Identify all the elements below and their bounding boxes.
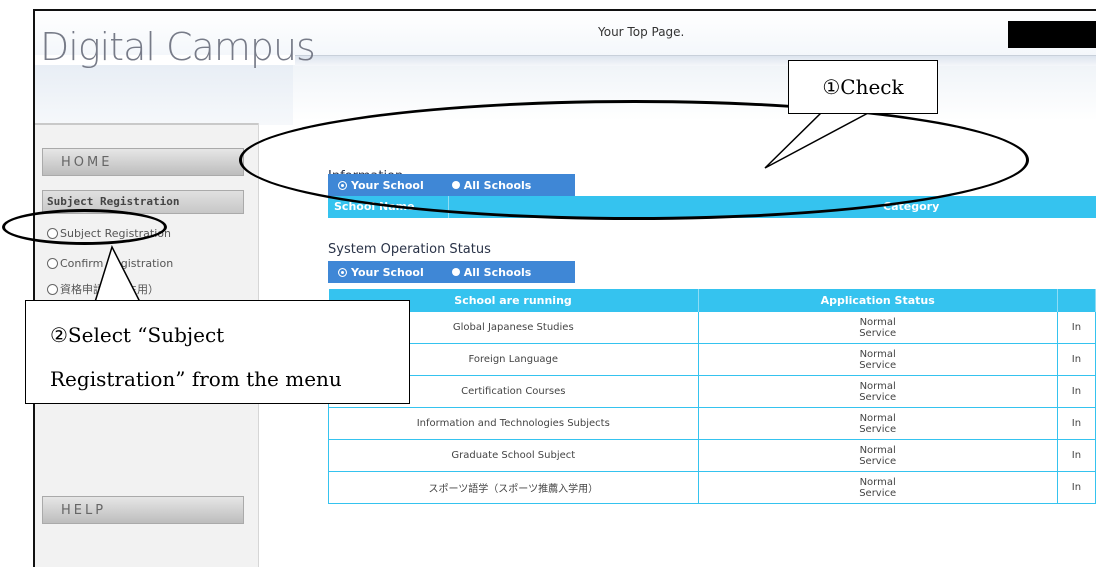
radio-icon: [47, 283, 58, 295]
extra-cell: In: [1056, 471, 1096, 504]
status-filter-bar: Your School All Schools: [328, 261, 575, 283]
filter-your-school[interactable]: Your School: [338, 266, 424, 279]
filter-label: All Schools: [463, 265, 532, 279]
extra-cell: In: [1056, 439, 1096, 472]
status-cell: Normal Service: [697, 471, 1058, 504]
filter-label: Your School: [351, 265, 424, 279]
sidebar-item-qualification[interactable]: 資格申請（学生用）: [47, 281, 159, 297]
table-row: スポーツ語学（スポーツ推薦入学用） Normal Service In: [328, 471, 1096, 504]
subject-registration-highlight-ellipse: [2, 209, 167, 245]
radio-icon: [451, 268, 460, 276]
top-page-label: Your Top Page.: [598, 25, 685, 39]
table-row: Graduate School Subject Normal Service In: [328, 439, 1096, 472]
extra-cell: In: [1056, 311, 1096, 344]
radio-selected-icon: [338, 267, 347, 277]
school-cell: Graduate School Subject: [328, 439, 699, 472]
extra-cell: In: [1056, 343, 1096, 376]
sidebar-divider: [35, 123, 258, 125]
column-header-extra: [1057, 289, 1096, 312]
school-cell: スポーツ語学（スポーツ推薦入学用）: [328, 471, 699, 504]
radio-icon: [47, 258, 58, 269]
check-callout: ①Check: [788, 60, 938, 114]
extra-cell: In: [1056, 407, 1096, 440]
status-table: School are running Application Status Gl…: [328, 289, 1096, 504]
sidebar-item-confirm-registration[interactable]: Confirm Registration: [47, 257, 173, 270]
sidebar-item-label: Confirm Registration: [60, 257, 174, 270]
table-row: Global Japanese Studies Normal Service In: [328, 311, 1096, 344]
column-header-application-status: Application Status: [698, 289, 1058, 312]
table-row: Information and Technologies Subjects No…: [328, 407, 1096, 440]
home-button[interactable]: HOME: [42, 148, 244, 176]
filter-all-schools[interactable]: All Schools: [451, 265, 532, 279]
school-cell: Information and Technologies Subjects: [328, 407, 699, 440]
status-cell: Normal Service: [697, 407, 1058, 440]
table-header-row: School are running Application Status: [328, 289, 1096, 312]
status-cell: Normal Service: [697, 439, 1058, 472]
site-logo[interactable]: Digital Campus: [40, 25, 316, 69]
logo-band: [35, 65, 293, 125]
header-redacted-box: [1008, 21, 1096, 48]
table-row: Foreign Language Normal Service In: [328, 343, 1096, 376]
status-cell: Normal Service: [697, 343, 1058, 376]
select-callout: ②Select “Subject Registration” from the …: [25, 300, 410, 404]
extra-cell: In: [1056, 375, 1096, 408]
header-divider: [295, 55, 1096, 66]
select-callout-line2: Registration” from the menu: [50, 367, 342, 391]
sidebar-item-label: 資格申請（学生用）: [60, 283, 159, 296]
status-cell: Normal Service: [697, 311, 1058, 344]
table-row: Certification Courses Normal Service In: [328, 375, 1096, 408]
select-callout-line1: ②Select “Subject: [50, 323, 225, 347]
status-cell: Normal Service: [697, 375, 1058, 408]
help-button[interactable]: HELP: [42, 496, 244, 524]
status-title: System Operation Status: [328, 242, 491, 257]
information-highlight-ellipse: [239, 100, 1029, 220]
